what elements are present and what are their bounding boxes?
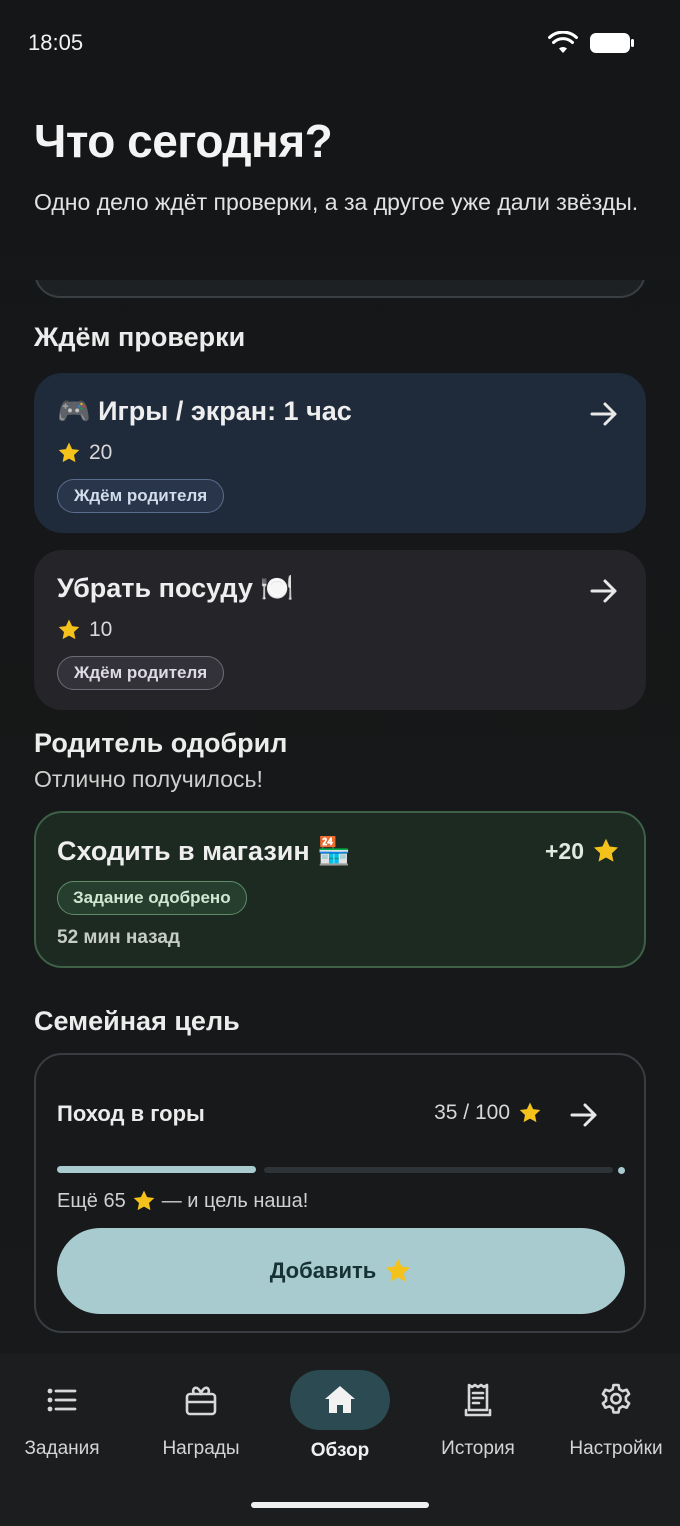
status-badge: Ждём родителя (57, 656, 225, 690)
nav-label: Настройки (569, 1438, 663, 1459)
goal-section-title: Семейная цель (34, 1006, 240, 1036)
approved-task-card[interactable]: Сходить в магазин 🏪 +20 Задание одобрено… (34, 811, 646, 968)
arrow-right-icon[interactable] (568, 1099, 600, 1131)
goal-progress-value: 35 / 100 (434, 1101, 510, 1124)
goal-progress-text: 35 / 100 (434, 1101, 542, 1125)
status-icons (548, 31, 634, 55)
approved-section-title: Родитель одобрил (34, 728, 288, 758)
goal-progress-track (264, 1167, 613, 1173)
goal-remaining: Ещё 65 — и цель наша! (57, 1189, 308, 1213)
pending-task-card[interactable]: Убрать посуду 🍽️ 10 Ждём родителя (34, 550, 646, 710)
task-title: Сходить в магазин 🏪 (57, 836, 351, 866)
nav-icon-wrap (566, 1370, 666, 1430)
status-bar: 18:05 (0, 0, 680, 88)
wifi-icon (548, 31, 578, 53)
pending-section-title: Ждём проверки (34, 322, 246, 352)
reward-text: +20 (544, 837, 584, 864)
star-icon (519, 1102, 541, 1123)
nav-item-overview[interactable]: Обзор (272, 1370, 408, 1470)
home-icon (325, 1386, 355, 1413)
home-indicator[interactable] (251, 1502, 429, 1508)
nav-item-tasks[interactable]: Задания (0, 1370, 130, 1470)
goal-progress-bar (57, 1166, 625, 1174)
status-badge: Ждём родителя (57, 479, 225, 513)
task-title: Убрать посуду 🍽️ (57, 573, 295, 603)
star-icon (133, 1190, 155, 1211)
approved-badge: Задание одобрено (57, 881, 247, 915)
battery-icon (590, 32, 634, 54)
header-fade (0, 254, 680, 280)
nav-icon-wrap (12, 1370, 112, 1430)
task-points: 10 (57, 618, 112, 642)
approved-time: 52 мин назад (57, 927, 180, 948)
task-points: 20 (57, 441, 112, 465)
goal-remaining-suffix: — и цель наша! (161, 1189, 309, 1212)
star-icon (386, 1258, 411, 1282)
nav-label: История (441, 1438, 515, 1459)
nav-icon-wrap (428, 1370, 528, 1430)
list-icon (47, 1388, 77, 1412)
goal-remaining-prefix: Ещё 65 (57, 1189, 126, 1212)
add-stars-button[interactable]: Добавить (57, 1228, 625, 1314)
gift-icon (185, 1386, 217, 1416)
goal-progress-fill (57, 1166, 256, 1173)
nav-item-settings[interactable]: Настройки (548, 1370, 680, 1470)
task-points-value: 10 (89, 618, 113, 641)
star-icon (58, 442, 80, 463)
reward-value: +20 (545, 837, 620, 865)
star-icon (593, 838, 619, 862)
status-time: 18:05 (28, 30, 84, 55)
pending-task-card[interactable]: 🎮 Игры / экран: 1 час 20 Ждём родителя (34, 373, 646, 533)
arrow-right-icon[interactable] (588, 398, 620, 430)
arrow-right-icon[interactable] (588, 575, 620, 607)
family-goal-card: Поход в горы 35 / 100 Ещё 65 — и цель на… (34, 1053, 646, 1333)
task-title: 🎮 Игры / экран: 1 час (57, 396, 352, 426)
nav-item-history[interactable]: История (410, 1370, 546, 1470)
receipt-icon (464, 1383, 492, 1417)
nav-item-rewards[interactable]: Награды (133, 1370, 269, 1470)
add-button-label: Добавить (269, 1258, 377, 1283)
nav-icon-wrap (151, 1370, 251, 1430)
approved-section-subtitle: Отлично получилось! (34, 766, 263, 792)
bottom-nav: Задания Награды Обзор История Настройки (0, 1354, 680, 1526)
screen: 18:05 Что сегодня? Одно дело ждёт провер… (0, 0, 680, 1526)
goal-name: Поход в горы (57, 1101, 205, 1126)
page-subtitle: Одно дело ждёт проверки, а за другое уже… (34, 189, 639, 215)
nav-label: Обзор (310, 1440, 370, 1461)
gear-icon (601, 1383, 631, 1414)
nav-label: Награды (162, 1438, 240, 1459)
goal-progress-end-dot (618, 1167, 625, 1174)
page-title: Что сегодня? (34, 115, 333, 167)
nav-icon-wrap (290, 1370, 390, 1430)
star-icon (58, 619, 80, 640)
nav-label: Задания (24, 1438, 100, 1459)
task-points-value: 20 (89, 441, 113, 464)
